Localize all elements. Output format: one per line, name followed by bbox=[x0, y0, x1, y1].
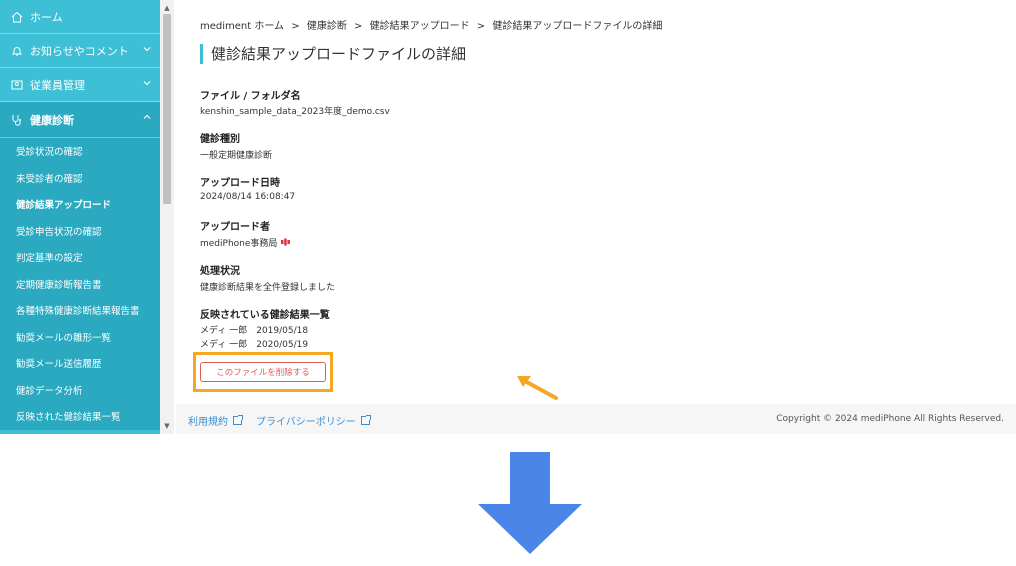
upload-date-label: アップロード日時 bbox=[200, 178, 280, 189]
uploader-value: mediPhone事務局 bbox=[200, 239, 278, 249]
home-icon bbox=[10, 10, 24, 24]
admin-flag-icon bbox=[281, 238, 291, 248]
sidebar-subitem-current[interactable]: 健診結果アップロード bbox=[0, 191, 160, 218]
sidebar-item-label: 健康診断 bbox=[30, 113, 74, 127]
sidebar: ホーム お知らせやコメント 従業員管理 健康診断 受診状況の確認 未受診者の確認… bbox=[0, 0, 160, 434]
users-icon bbox=[10, 78, 24, 92]
sidebar-subitem[interactable]: 各種特殊健康診断結果報告書 bbox=[0, 297, 160, 324]
page-title: 健診結果アップロードファイルの詳細 bbox=[200, 44, 466, 64]
breadcrumb: mediment ホーム > 健康診断 > 健診結果アップロード > 健診結果ア… bbox=[200, 17, 666, 32]
app-window: ホーム お知らせやコメント 従業員管理 健康診断 受診状況の確認 未受診者の確認… bbox=[0, 0, 1016, 434]
sidebar-subitem[interactable]: 未受診者の確認 bbox=[0, 165, 160, 192]
sidebar-submenu: 受診状況の確認 未受診者の確認 健診結果アップロード 受診申告状況の確認 判定基… bbox=[0, 138, 160, 430]
pointer-arrow-icon bbox=[517, 376, 558, 400]
copyright-text: Copyright © 2024 mediPhone All Rights Re… bbox=[776, 414, 1004, 424]
sidebar-item-label: ホーム bbox=[30, 10, 63, 24]
bell-icon bbox=[10, 44, 24, 58]
scroll-up-arrow-icon[interactable]: ▲ bbox=[160, 2, 174, 14]
sidebar-subitem[interactable]: 受診申告状況の確認 bbox=[0, 218, 160, 245]
breadcrumb-upload[interactable]: 健診結果アップロード bbox=[370, 21, 470, 32]
file-name-value: kenshin_sample_data_2023年度_demo.csv bbox=[200, 107, 390, 117]
stethoscope-icon bbox=[10, 113, 24, 127]
reflected-result-item: メディ 一郎 2020/05/19 bbox=[200, 340, 309, 350]
file-name-label: ファイル / フォルダ名 bbox=[200, 91, 301, 102]
external-link-icon bbox=[233, 415, 243, 425]
breadcrumb-current: 健診結果アップロードファイルの詳細 bbox=[492, 21, 663, 32]
sidebar-item-health-checkup[interactable]: 健康診断 bbox=[0, 102, 160, 138]
sidebar-subitem[interactable]: 勧奨メールの雛形一覧 bbox=[0, 324, 160, 351]
delete-file-button[interactable]: このファイルを削除する bbox=[200, 362, 326, 382]
checkup-type-value: 一般定期健康診断 bbox=[200, 151, 273, 161]
chevron-up-icon bbox=[142, 112, 152, 125]
scroll-down-arrow-icon[interactable]: ▼ bbox=[160, 420, 174, 432]
breadcrumb-health-checkup[interactable]: 健康診断 bbox=[307, 21, 347, 32]
sidebar-item-label: 従業員管理 bbox=[30, 78, 85, 92]
breadcrumb-home[interactable]: mediment ホーム bbox=[200, 21, 284, 32]
sidebar-item-notices[interactable]: お知らせやコメント bbox=[0, 34, 160, 68]
upload-date-value: 2024/08/14 16:08:47 bbox=[200, 192, 296, 202]
sidebar-subitem[interactable]: 受診状況の確認 bbox=[0, 138, 160, 165]
footer: 利用規約 プライバシーポリシー Copyright © 2024 mediPho… bbox=[176, 404, 1016, 434]
uploader-label: アップロード者 bbox=[200, 222, 270, 233]
terms-link[interactable]: 利用規約 bbox=[188, 413, 243, 428]
checkup-type-label: 健診種別 bbox=[200, 134, 240, 145]
sidebar-item-home[interactable]: ホーム bbox=[0, 0, 160, 34]
sidebar-subitem[interactable]: 反映された健診結果一覧 bbox=[0, 403, 160, 430]
uploader-row: mediPhone事務局 bbox=[200, 236, 291, 249]
sidebar-subitem[interactable]: 定期健康診断報告書 bbox=[0, 271, 160, 298]
processing-status-value: 健康診断結果を全件登録しました bbox=[200, 283, 336, 293]
privacy-link-label: プライバシーポリシー bbox=[256, 417, 356, 428]
sidebar-item-employees[interactable]: 従業員管理 bbox=[0, 68, 160, 102]
breadcrumb-separator: > bbox=[354, 21, 363, 32]
terms-link-label: 利用規約 bbox=[188, 417, 228, 428]
reflected-result-item: メディ 一郎 2019/05/18 bbox=[200, 326, 309, 336]
scrollbar-thumb[interactable] bbox=[163, 14, 171, 204]
processing-status-label: 処理状況 bbox=[200, 266, 240, 277]
sidebar-subitem[interactable]: 勧奨メール送信履歴 bbox=[0, 350, 160, 377]
sidebar-subitem[interactable]: 健診データ分析 bbox=[0, 377, 160, 404]
main-content: mediment ホーム > 健康診断 > 健診結果アップロード > 健診結果ア… bbox=[176, 0, 1016, 434]
external-link-icon bbox=[360, 415, 371, 425]
sidebar-item-label: お知らせやコメント bbox=[30, 44, 129, 58]
chevron-down-icon bbox=[142, 78, 152, 91]
chevron-down-icon bbox=[142, 44, 152, 57]
sidebar-scrollbar[interactable]: ▲ ▼ bbox=[160, 0, 174, 434]
reflected-results-label: 反映されている健診結果一覧 bbox=[200, 310, 330, 321]
breadcrumb-separator: > bbox=[476, 21, 486, 32]
sidebar-subitem[interactable]: 判定基準の設定 bbox=[0, 244, 160, 271]
breadcrumb-separator: > bbox=[291, 21, 300, 32]
down-arrow-icon bbox=[478, 452, 582, 554]
privacy-link[interactable]: プライバシーポリシー bbox=[256, 413, 371, 428]
